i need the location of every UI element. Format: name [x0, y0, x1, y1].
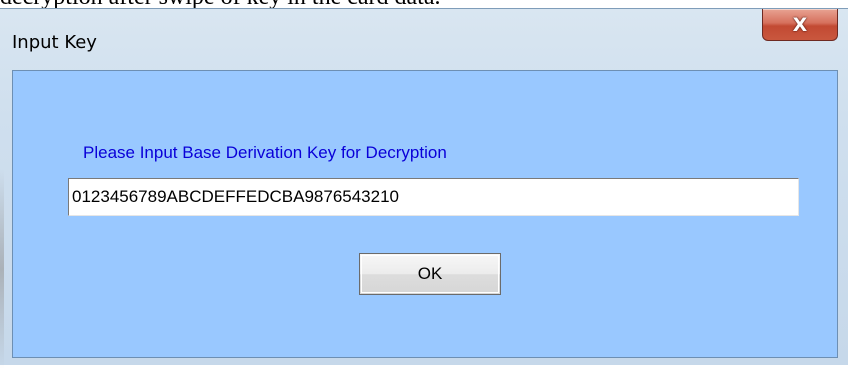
close-button[interactable]: X [762, 9, 838, 41]
ok-button[interactable]: OK [359, 253, 501, 295]
dialog-title: Input Key [12, 32, 97, 53]
window-edge-shadow [0, 169, 4, 369]
dialog-client-area: Please Input Base Derivation Key for Dec… [12, 70, 838, 358]
prompt-label: Please Input Base Derivation Key for Dec… [83, 143, 447, 162]
close-icon: X [792, 13, 808, 36]
input-key-dialog: Input Key X Please Input Base Derivation… [0, 8, 848, 369]
key-input[interactable] [68, 178, 799, 216]
